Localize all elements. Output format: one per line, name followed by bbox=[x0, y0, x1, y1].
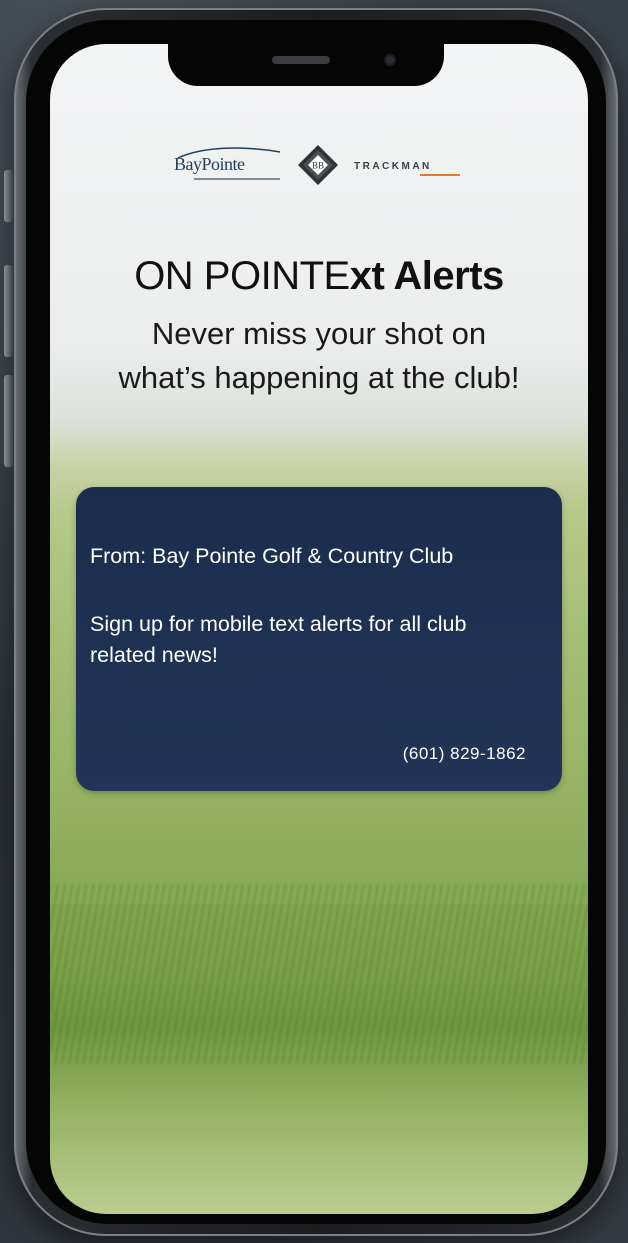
trackman-logo: TRACKMAN bbox=[354, 161, 460, 176]
phone-screen: BayPointe BB TRACKMAN ON POINTExt Alerts… bbox=[50, 44, 588, 1214]
headline-part2: xt Alerts bbox=[349, 254, 505, 298]
speaker-grille bbox=[272, 56, 330, 64]
swoosh-icon bbox=[177, 147, 281, 159]
subheadline: Never miss your shot on what’s happening… bbox=[50, 312, 588, 400]
logo-bar: BayPointe BB TRACKMAN bbox=[50, 144, 588, 196]
front-camera bbox=[384, 54, 396, 66]
baypointe-logo: BayPointe bbox=[174, 147, 281, 180]
subheadline-line1: Never miss your shot on bbox=[151, 316, 487, 351]
trackman-logo-accent bbox=[420, 174, 460, 176]
emblem-text: BB bbox=[312, 161, 324, 171]
message-body: Sign up for mobile text alerts for all c… bbox=[90, 612, 467, 667]
headline: ON POINTExt Alerts bbox=[50, 254, 588, 299]
text-message-card: From: Bay Pointe Golf & Country Club Sig… bbox=[76, 487, 562, 791]
mute-switch bbox=[4, 170, 13, 222]
headline-part1: ON POINTE bbox=[134, 254, 350, 298]
message-phone-number[interactable]: (601) 829-1862 bbox=[403, 744, 526, 764]
message-sender: From: Bay Pointe Golf & Country Club bbox=[90, 544, 454, 568]
subheadline-line2: what’s happening at the club! bbox=[118, 360, 520, 395]
grass-texture bbox=[50, 884, 588, 1064]
trackman-logo-text: TRACKMAN bbox=[354, 161, 432, 172]
volume-up-button bbox=[4, 265, 13, 357]
phone-notch bbox=[168, 44, 444, 86]
baypointe-logo-tagline bbox=[194, 178, 280, 180]
diamond-emblem-icon: BB bbox=[298, 145, 338, 185]
volume-down-button bbox=[4, 375, 13, 467]
